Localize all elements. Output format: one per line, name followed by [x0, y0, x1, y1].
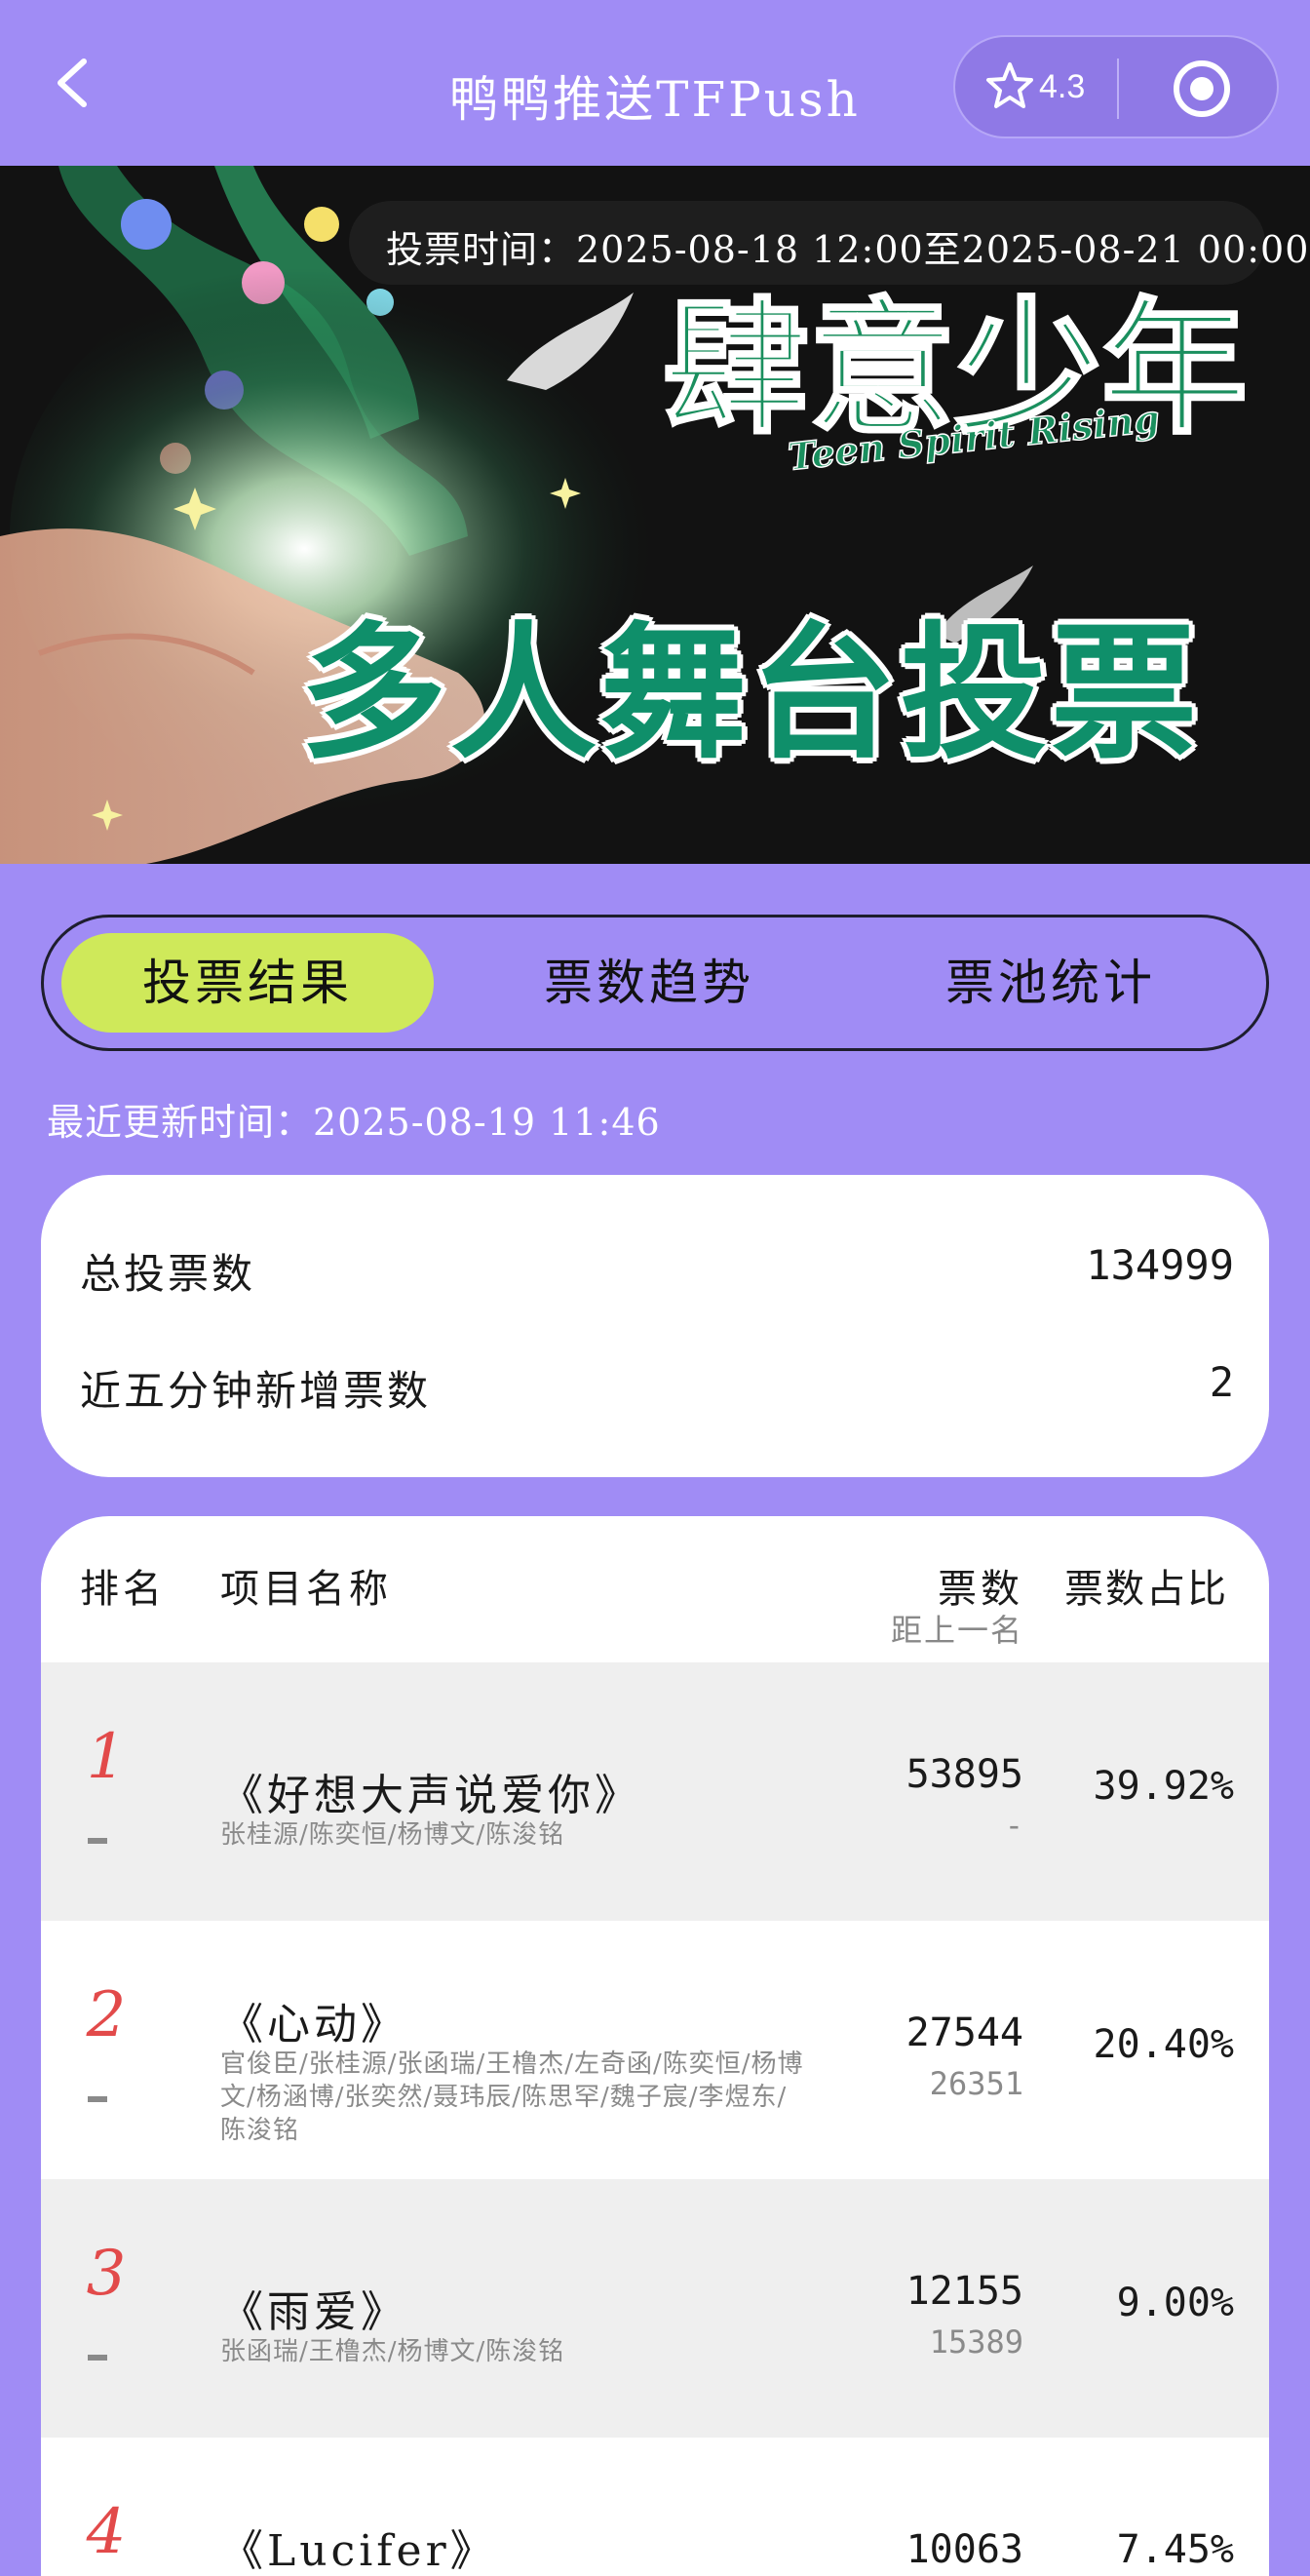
- song-title: 《Lucifer》: [220, 2526, 497, 2576]
- tab-vote-results[interactable]: 投票结果: [61, 933, 434, 1033]
- header-rank: 排名: [80, 1567, 166, 1612]
- vote-share: 7.45%: [1116, 2527, 1234, 2572]
- rank-number: 4: [86, 2496, 127, 2568]
- ranking-row[interactable]: 3 《雨爱》 张函瑞/王橹杰/杨博文/陈浚铭 12155 15389 9.00%: [41, 2179, 1269, 2438]
- ranking-row[interactable]: 2 《心动》 官俊臣/张桂源/张函瑞/王橹杰/左奇函/陈奕恒/杨博文/杨涵博/张…: [41, 1921, 1269, 2179]
- header-gap: 距上一名: [890, 1612, 1023, 1649]
- song-title: 《心动》: [220, 2000, 407, 2049]
- ranking-row[interactable]: 4 《Lucifer》 10063 7.45%: [41, 2438, 1269, 2576]
- ranking-row[interactable]: 1 《好想大声说爱你》 张桂源/陈奕恒/杨博文/陈浚铭 53895 - 39.9…: [41, 1662, 1269, 1921]
- rank-change-dash: [88, 2355, 107, 2361]
- vote-gap: 26351: [929, 2065, 1023, 2102]
- song-members: 官俊臣/张桂源/张函瑞/王橹杰/左奇函/陈奕恒/杨博文/杨涵博/张奕然/聂玮辰/…: [220, 2049, 804, 2145]
- tab-pool-stats[interactable]: 票池统计: [865, 933, 1237, 1033]
- vote-gap: -: [1004, 1807, 1023, 1844]
- total-votes-value: 134999: [1086, 1241, 1234, 1289]
- song-title: 《好想大声说爱你》: [220, 1771, 641, 1820]
- rank-number: 3: [86, 2238, 127, 2310]
- vote-count: 10063: [905, 2527, 1023, 2572]
- song-title: 《雨爱》: [220, 2287, 407, 2337]
- rating-value: 4.3: [1039, 68, 1086, 105]
- song-members: 张函瑞/王橹杰/杨博文/陈浚铭: [220, 2337, 565, 2366]
- last-update-time: 最近更新时间：2025-08-19 11:46: [47, 1101, 661, 1144]
- vote-time: 投票时间：2025-08-18 12:00至2025-08-21 00:00: [386, 228, 1310, 271]
- vote-count: 12155: [905, 2269, 1023, 2314]
- banner: 肆意少年 Teen Spirit Rising 投票时间：2025-08-18 …: [0, 166, 1310, 864]
- vote-share: 39.92%: [1093, 1764, 1235, 1809]
- rank-number: 2: [86, 1979, 127, 2051]
- recent-votes-value: 2: [1209, 1358, 1234, 1406]
- vote-share: 20.40%: [1093, 2022, 1235, 2067]
- song-members: 张桂源/陈奕恒/杨博文/陈浚铭: [220, 1820, 565, 1850]
- vote-share: 9.00%: [1116, 2281, 1234, 2325]
- top-bar: 鸭鸭推送TFPush 4.3: [0, 0, 1310, 166]
- target-icon[interactable]: [1172, 59, 1232, 119]
- summary-card: 总投票数 134999 近五分钟新增票数 2: [41, 1175, 1269, 1477]
- header-share: 票数占比: [1064, 1567, 1228, 1612]
- rank-change-dash: [88, 1838, 107, 1844]
- capsule-divider: [1117, 59, 1119, 119]
- recent-votes-label: 近五分钟新增票数: [80, 1367, 432, 1415]
- banner-title: 多人舞台投票: [299, 609, 1201, 779]
- header-name: 项目名称: [220, 1567, 392, 1612]
- tab-bar: 投票结果 票数趋势 票池统计: [41, 915, 1269, 1051]
- vote-count: 53895: [905, 1752, 1023, 1797]
- mini-program-capsule: 4.3: [953, 35, 1279, 138]
- vote-gap: 15389: [929, 2323, 1023, 2361]
- ranking-card: 排名 项目名称 票数 距上一名 票数占比 1 《好想大声说爱你》 张桂源/陈奕恒…: [41, 1516, 1269, 2576]
- rank-number: 1: [86, 1721, 127, 1793]
- star-icon[interactable]: [984, 60, 1035, 111]
- rank-change-dash: [88, 2096, 107, 2102]
- vote-count: 27544: [905, 2010, 1023, 2055]
- total-votes-label: 总投票数: [80, 1250, 256, 1298]
- tab-vote-trend[interactable]: 票数趋势: [463, 933, 835, 1033]
